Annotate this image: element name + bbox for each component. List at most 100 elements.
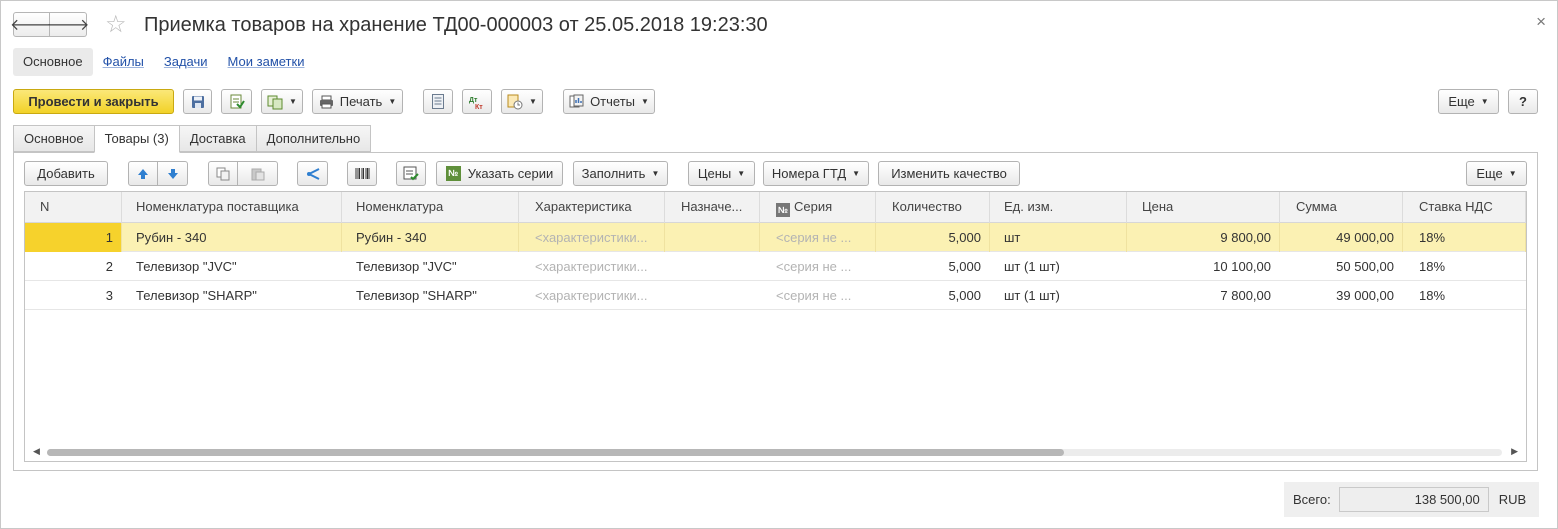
related-documents-button[interactable]: ▼	[501, 89, 543, 114]
column-header-n[interactable]: N	[25, 192, 122, 223]
fill-button[interactable]: Заполнить ▼	[573, 161, 668, 186]
table-row[interactable]: 2 Телевизор "JVC" Телевизор "JVC" <харак…	[25, 252, 1526, 281]
series-number-icon: №	[776, 203, 790, 217]
column-header-unit[interactable]: Ед. изм.	[990, 192, 1127, 223]
cell-n[interactable]: 1	[25, 223, 122, 252]
printer-icon	[319, 95, 333, 108]
svg-text:Дт: Дт	[469, 97, 478, 104]
column-header-characteristic[interactable]: Характеристика	[519, 192, 665, 223]
cell-quantity[interactable]: 5,000	[876, 252, 990, 281]
move-up-button[interactable]	[128, 161, 158, 186]
cell-characteristic[interactable]: <характеристики...	[519, 252, 665, 281]
save-button[interactable]	[183, 89, 212, 114]
tab-goods[interactable]: Товары (3)	[93, 125, 180, 153]
cell-characteristic[interactable]: <характеристики...	[519, 223, 665, 252]
related-documents-icon	[507, 94, 523, 109]
column-header-amount[interactable]: Сумма	[1280, 192, 1403, 223]
cell-n[interactable]: 3	[25, 281, 122, 310]
paste-button[interactable]	[237, 161, 278, 186]
cell-unit[interactable]: шт (1 шт)	[990, 281, 1127, 310]
dt-kt-button[interactable]: Дт Кт	[462, 89, 492, 114]
cell-quantity[interactable]: 5,000	[876, 281, 990, 310]
gtd-numbers-button[interactable]: Номера ГТД ▼	[763, 161, 869, 186]
move-down-button[interactable]	[157, 161, 188, 186]
cell-series[interactable]: <серия не ...	[760, 223, 876, 252]
column-header-purpose[interactable]: Назначе...	[665, 192, 760, 223]
help-label: ?	[1519, 94, 1527, 109]
cell-supplier-item[interactable]: Телевизор "SHARP"	[122, 281, 342, 310]
cell-series[interactable]: <серия не ...	[760, 252, 876, 281]
section-notes-link[interactable]: Мои заметки	[218, 48, 315, 76]
cell-item[interactable]: Телевизор "SHARP"	[342, 281, 519, 310]
change-quality-button[interactable]: Изменить качество	[878, 161, 1020, 186]
cell-amount[interactable]: 49 000,00	[1280, 223, 1403, 252]
dropdown-arrow-icon: ▼	[289, 97, 297, 106]
column-header-quantity[interactable]: Количество	[876, 192, 990, 223]
tab-additional[interactable]: Дополнительно	[255, 125, 372, 152]
cell-supplier-item[interactable]: Телевизор "JVC"	[122, 252, 342, 281]
column-header-price[interactable]: Цена	[1127, 192, 1280, 223]
cell-item[interactable]: Рубин - 340	[342, 223, 519, 252]
cell-vat-rate[interactable]: 18%	[1403, 223, 1526, 252]
column-header-vat-rate[interactable]: Ставка НДС	[1403, 192, 1526, 223]
scroll-right-arrow-icon[interactable]: ▶	[1511, 446, 1518, 457]
section-tasks-link[interactable]: Задачи	[154, 48, 218, 76]
scroll-track[interactable]	[47, 449, 1502, 456]
dropdown-arrow-icon: ▼	[651, 169, 660, 178]
post-button[interactable]	[221, 89, 252, 114]
pick-goods-button[interactable]	[396, 161, 426, 186]
add-row-button[interactable]: Добавить	[24, 161, 108, 186]
column-header-supplier-item[interactable]: Номенклатура поставщика	[122, 192, 342, 223]
specify-series-button[interactable]: № Указать серии	[436, 161, 563, 186]
cell-series[interactable]: <серия не ...	[760, 281, 876, 310]
section-main[interactable]: Основное	[13, 48, 93, 76]
cell-supplier-item[interactable]: Рубин - 340	[122, 223, 342, 252]
cell-purpose[interactable]	[665, 252, 760, 281]
create-based-on-button[interactable]: ▼	[261, 89, 303, 114]
table-row[interactable]: 3 Телевизор "SHARP" Телевизор "SHARP" <х…	[25, 281, 1526, 310]
section-files-link[interactable]: Файлы	[93, 48, 154, 76]
document-journal-button[interactable]	[423, 89, 453, 114]
more-button[interactable]: Еще ▼	[1438, 89, 1499, 114]
column-header-item[interactable]: Номенклатура	[342, 192, 519, 223]
arrow-up-icon	[138, 168, 148, 179]
table-more-button[interactable]: Еще ▼	[1466, 161, 1527, 186]
cell-item[interactable]: Телевизор "JVC"	[342, 252, 519, 281]
cell-vat-rate[interactable]: 18%	[1403, 252, 1526, 281]
cell-price[interactable]: 9 800,00	[1127, 223, 1280, 252]
cell-unit[interactable]: шт	[990, 223, 1127, 252]
cell-vat-rate[interactable]: 18%	[1403, 281, 1526, 310]
cell-purpose[interactable]	[665, 223, 760, 252]
close-icon[interactable]: ×	[1536, 12, 1546, 32]
cell-price[interactable]: 7 800,00	[1127, 281, 1280, 310]
change-quality-label: Изменить качество	[891, 166, 1007, 181]
cell-price[interactable]: 10 100,00	[1127, 252, 1280, 281]
scroll-left-arrow-icon[interactable]: ◀	[33, 446, 40, 457]
print-button[interactable]: Печать ▼	[312, 89, 403, 114]
floppy-disk-icon	[191, 95, 204, 108]
tab-main[interactable]: Основное	[13, 125, 95, 152]
cell-purpose[interactable]	[665, 281, 760, 310]
help-button[interactable]: ?	[1508, 89, 1538, 114]
forward-button[interactable]: 🡒	[47, 12, 89, 37]
cell-amount[interactable]: 39 000,00	[1280, 281, 1403, 310]
back-button[interactable]: 🡐	[10, 12, 53, 37]
cell-unit[interactable]: шт (1 шт)	[990, 252, 1127, 281]
cell-characteristic[interactable]: <характеристики...	[519, 281, 665, 310]
table-row[interactable]: 1 Рубин - 340 Рубин - 340 <характеристик…	[25, 223, 1526, 252]
prices-button[interactable]: Цены ▼	[688, 161, 755, 186]
split-row-button[interactable]	[297, 161, 328, 186]
favorite-star-icon[interactable]: ☆	[105, 12, 127, 38]
scroll-thumb[interactable]	[47, 449, 1064, 456]
horizontal-scrollbar[interactable]: ◀ ▶	[25, 443, 1526, 461]
barcode-search-button[interactable]	[347, 161, 377, 186]
cell-n[interactable]: 2	[25, 252, 122, 281]
arrow-down-icon	[167, 168, 178, 179]
cell-amount[interactable]: 50 500,00	[1280, 252, 1403, 281]
post-and-close-button[interactable]: Провести и закрыть	[13, 89, 174, 114]
tab-delivery[interactable]: Доставка	[178, 125, 257, 152]
copy-row-button[interactable]	[208, 161, 238, 186]
column-header-series[interactable]: № Серия	[760, 192, 876, 223]
cell-quantity[interactable]: 5,000	[876, 223, 990, 252]
reports-button[interactable]: Отчеты ▼	[563, 89, 655, 114]
